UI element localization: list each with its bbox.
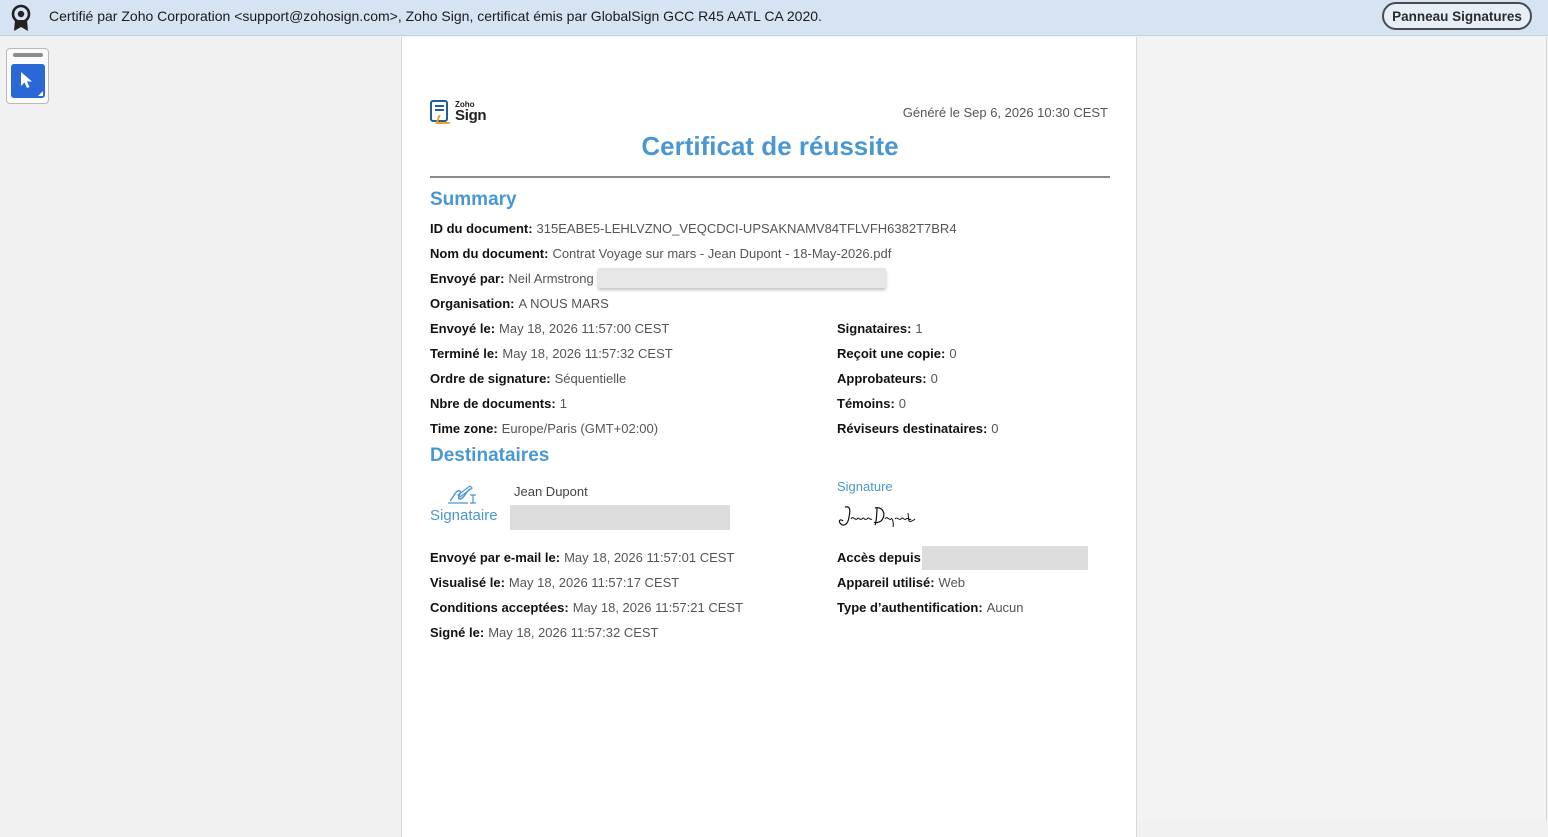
handwritten-signature-image [838, 506, 916, 528]
summary-row-reviewers: Réviseurs destinataires: 0 [837, 421, 999, 436]
summary-row-organisation: Organisation: A NOUS MARS [430, 296, 609, 311]
tool-rail [6, 48, 49, 104]
summary-row-time-zone: Time zone: Europe/Paris (GMT+02:00) [430, 421, 659, 436]
tool-menu-corner-icon [38, 91, 43, 96]
recipient-row-signed-on: Signé le: May 18, 2026 11:57:32 CEST [430, 625, 659, 640]
logo-text-bottom: Sign [455, 107, 487, 124]
right-pane [1137, 37, 1547, 821]
generated-date: Généré le Sep 6, 2026 10:30 CEST [902, 105, 1108, 120]
zoho-sign-logo: Zoho Sign [430, 99, 490, 125]
certification-message: Certifié par Zoho Corporation <support@z… [49, 8, 822, 24]
recipient-row-device-used: Appareil utilisé: Web [837, 575, 966, 590]
certificate-ribbon-icon [11, 4, 31, 31]
document-page: Zoho Sign Généré le Sep 6, 2026 10:30 CE… [401, 37, 1137, 837]
summary-row-witnesses: Témoins: 0 [837, 396, 907, 411]
summary-row-document-name: Nom du document: Contrat Voyage sur mars … [430, 246, 892, 261]
summary-row-sent-on: Envoyé le: May 18, 2026 11:57:00 CEST [430, 321, 670, 336]
certificate-title: Certificat de réussite [641, 131, 899, 161]
signer-pen-icon [448, 485, 476, 504]
pointer-select-icon [21, 72, 32, 88]
summary-row-receives-copy: Reçoit une copie: 0 [837, 346, 957, 361]
certification-bar: Certifié par Zoho Corporation <support@z… [0, 0, 1548, 36]
summary-row-sent-by: Envoyé par: Neil Armstrong [430, 271, 594, 286]
recipients-heading: Destinataires [430, 445, 550, 466]
redacted-signer-email [510, 505, 730, 530]
redacted-ip-address [922, 546, 1088, 570]
summary-row-signing-order: Ordre de signature: Séquentielle [430, 371, 627, 386]
signature-panel-button[interactable]: Panneau Signatures [1382, 2, 1532, 30]
redacted-sender-email [598, 268, 886, 288]
title-divider [430, 176, 1110, 178]
recipient-row-access-from: Accès depuis: [837, 550, 926, 565]
summary-row-approvers: Approbateurs: 0 [837, 371, 938, 386]
signer-role-label: Signataire [430, 507, 498, 524]
select-tool-button[interactable] [11, 64, 45, 98]
recipient-row-emailed-on: Envoyé par e-mail le: May 18, 2026 11:57:… [430, 550, 735, 565]
recipient-row-terms-accepted: Conditions acceptées: May 18, 2026 11:57:… [430, 600, 744, 615]
summary-row-signers: Signataires: 1 [837, 321, 923, 336]
recipient-row-viewed-on: Visualisé le: May 18, 2026 11:57:17 CEST [430, 575, 680, 590]
signer-name: Jean Dupont [514, 484, 588, 499]
summary-heading: Summary [430, 189, 517, 210]
recipient-row-auth-type: Type d’authentification: Aucun [837, 600, 1024, 615]
summary-row-completed-on: Terminé le: May 18, 2026 11:57:32 CEST [430, 346, 673, 361]
summary-row-document-id: ID du document: 315EABE5-LEHLVZNO_VEQCDCI… [430, 221, 957, 236]
signature-label: Signature [837, 479, 893, 494]
zoho-sign-logo-icon [430, 100, 453, 124]
summary-row-document-count: Nbre de documents: 1 [430, 396, 567, 411]
tool-rail-drag-handle[interactable] [13, 53, 43, 57]
